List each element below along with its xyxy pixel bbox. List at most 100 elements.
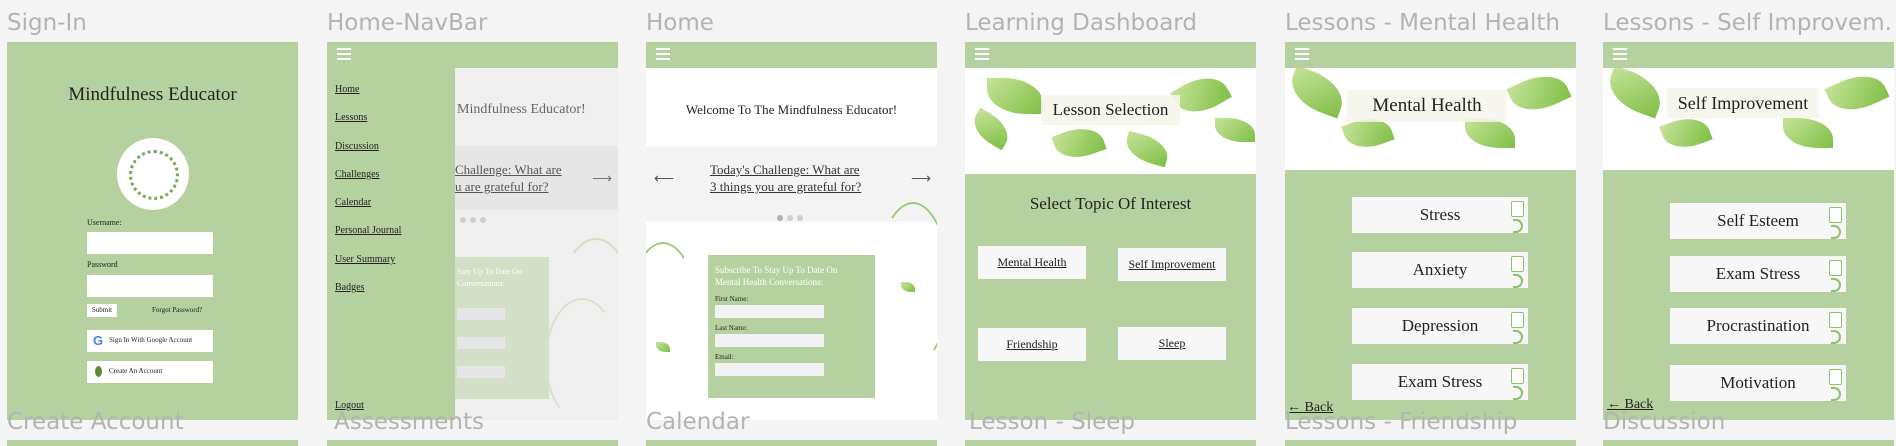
- challenge-line2[interactable]: 3 things you are grateful for?: [710, 179, 861, 195]
- google-signin-label: Sign In With Google Account: [109, 336, 193, 344]
- topic-mental-health[interactable]: Mental Health: [978, 246, 1086, 279]
- last-name-input[interactable]: [715, 334, 824, 347]
- banner-title: Self Improvement: [1667, 88, 1819, 118]
- nav-item-lessons[interactable]: Lessons: [335, 112, 367, 123]
- hamburger-menu-icon[interactable]: [1295, 48, 1309, 60]
- google-g-icon: G: [93, 333, 104, 348]
- frame-top-lessons-friendship: [1285, 440, 1576, 446]
- document-icon[interactable]: [1829, 312, 1842, 328]
- vine-decoration: [646, 242, 700, 406]
- document-icon[interactable]: [1829, 207, 1842, 223]
- banner-title: Lesson Selection: [1041, 95, 1180, 125]
- bg-input: [457, 366, 505, 378]
- lesson-label: Depression: [1401, 316, 1479, 335]
- nav-item-personal-journal[interactable]: Personal Journal: [335, 225, 401, 236]
- frame-label-create-account: Create Account: [7, 409, 184, 435]
- home-topbar: [646, 42, 937, 68]
- last-name-label: Last Name:: [715, 324, 748, 332]
- navbar-topbar: [327, 42, 618, 68]
- carousel-dot[interactable]: [787, 215, 793, 221]
- home-frame: Welcome To The Mindfulness Educator! ⟵ T…: [646, 42, 937, 420]
- lesson-label: Anxiety: [1412, 260, 1468, 279]
- carousel-dot: [460, 217, 466, 223]
- frame-label-home: Home: [646, 10, 714, 36]
- frame-label-calendar: Calendar: [646, 409, 750, 435]
- hamburger-menu-icon[interactable]: [656, 48, 670, 60]
- create-account-button[interactable]: Create An Account: [87, 361, 213, 383]
- password-input[interactable]: [87, 275, 213, 297]
- document-icon[interactable]: [1511, 201, 1524, 217]
- bg-subscribe-line1: Stay Up To Date On: [457, 267, 523, 276]
- lesson-item-stress[interactable]: Stress: [1352, 197, 1528, 233]
- leaf-decoration: [1465, 118, 1515, 148]
- app-title: Mindfulness Educator: [68, 84, 237, 105]
- lesson-item-motivation[interactable]: Motivation: [1670, 365, 1846, 401]
- leaf-decoration: [967, 107, 1015, 151]
- leaf-decoration: [1285, 68, 1350, 119]
- lesson-item-depression[interactable]: Depression: [1352, 308, 1528, 344]
- hamburger-menu-icon[interactable]: [1613, 48, 1627, 60]
- lesson-item-exam-stress[interactable]: Exam Stress: [1352, 364, 1528, 400]
- first-name-input[interactable]: [715, 305, 824, 318]
- frame-label-assessments: Assessments: [334, 409, 484, 435]
- username-input[interactable]: [87, 232, 213, 254]
- hamburger-menu-icon[interactable]: [975, 48, 989, 60]
- frame-label-dashboard: Learning Dashboard: [965, 10, 1197, 36]
- nav-item-challenges[interactable]: Challenges: [335, 169, 379, 180]
- document-icon[interactable]: [1511, 256, 1524, 272]
- arrow-left-icon[interactable]: ⟵: [654, 170, 674, 187]
- subscribe-line2: Mental Health Conversations:: [715, 277, 823, 287]
- submit-button[interactable]: Submit: [87, 304, 117, 317]
- arrow-right-icon[interactable]: ⟶: [911, 170, 931, 187]
- lesson-item-anxiety[interactable]: Anxiety: [1352, 252, 1528, 288]
- topic-heading: Select Topic Of Interest: [1029, 194, 1192, 213]
- subscribe-box: Subscribe To Stay Up To Date On Mental H…: [708, 255, 875, 398]
- frame-label-signin: Sign-In: [7, 10, 87, 36]
- challenge-line1[interactable]: Today's Challenge: What are: [710, 162, 860, 178]
- lesson-label: Motivation: [1720, 373, 1796, 392]
- bg-challenge-line1: Challenge: What are: [455, 162, 562, 177]
- document-icon[interactable]: [1511, 368, 1524, 384]
- frame-label-discussion: Discussion: [1603, 409, 1726, 435]
- leaf-decoration: [1506, 68, 1572, 121]
- username-label: Username:: [87, 218, 122, 227]
- vine-decoration: [545, 298, 618, 420]
- email-input[interactable]: [715, 363, 824, 376]
- nav-item-home[interactable]: Home: [335, 84, 359, 95]
- lesson-item-exam-stress[interactable]: Exam Stress: [1670, 256, 1846, 292]
- lesson-item-procrastination[interactable]: Procrastination: [1670, 308, 1846, 344]
- welcome-heading: Welcome To The Mindfulness Educator!: [685, 102, 898, 117]
- lesson-item-self-esteem[interactable]: Self Esteem: [1670, 203, 1846, 239]
- bg-challenge-line2: u are grateful for?: [455, 179, 549, 194]
- signin-frame: Mindfulness Educator Username: Password …: [7, 42, 298, 420]
- hamburger-menu-icon[interactable]: [337, 48, 351, 60]
- nav-item-badges[interactable]: Badges: [335, 282, 364, 293]
- arrow-right-icon: ⟶: [592, 170, 613, 186]
- nav-item-user-summary[interactable]: User Summary: [335, 254, 395, 265]
- selfimp-topbar: [1603, 42, 1894, 68]
- lesson-label: Exam Stress: [1715, 264, 1801, 283]
- leaf-decoration: [1603, 68, 1668, 119]
- document-icon[interactable]: [1829, 369, 1842, 385]
- document-icon[interactable]: [1511, 312, 1524, 328]
- mental-topbar: [1285, 42, 1576, 68]
- carousel-dot-active[interactable]: [777, 215, 783, 221]
- nav-item-discussion[interactable]: Discussion: [335, 141, 379, 152]
- google-signin-button[interactable]: G Sign In With Google Account: [87, 330, 213, 352]
- document-icon[interactable]: [1829, 260, 1842, 276]
- first-name-label: First Name:: [715, 295, 749, 303]
- topic-friendship[interactable]: Friendship: [978, 328, 1086, 361]
- carousel-dot: [470, 217, 476, 223]
- topic-sleep[interactable]: Sleep: [1118, 327, 1226, 360]
- leaf-decoration: [1824, 68, 1890, 121]
- carousel-dot[interactable]: [797, 215, 803, 221]
- leaf-decoration: [1122, 130, 1172, 168]
- forgot-password-link[interactable]: Forgot Password?: [152, 306, 202, 314]
- leaf-banner: [1603, 68, 1894, 170]
- frame-label-mental: Lessons - Mental Health: [1285, 10, 1560, 36]
- topic-self-improvement[interactable]: Self Improvement: [1118, 248, 1226, 281]
- frame-top-discussion: [1603, 440, 1894, 446]
- mental-frame: Mental Health Stress Anxiety Depression …: [1285, 42, 1576, 420]
- bg-input: [457, 337, 505, 349]
- nav-item-calendar[interactable]: Calendar: [335, 197, 371, 208]
